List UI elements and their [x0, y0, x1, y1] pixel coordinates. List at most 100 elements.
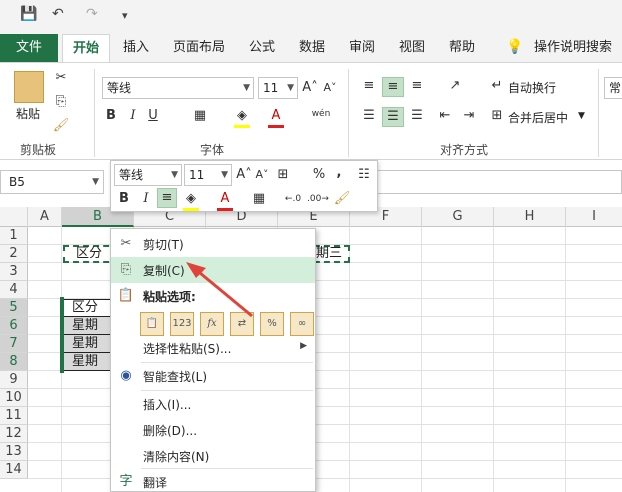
tab-view[interactable]: 视图: [390, 34, 434, 62]
tab-formulas[interactable]: 公式: [240, 34, 284, 62]
tab-page-layout[interactable]: 页面布局: [164, 34, 234, 62]
fill-color-icon[interactable]: ◈: [234, 107, 250, 128]
font-size-dropdown[interactable]: 11 ▼: [258, 77, 298, 99]
menu-item-translate[interactable]: 字 翻译: [111, 469, 315, 491]
column-header-i[interactable]: I: [566, 207, 622, 227]
column-header-a[interactable]: A: [28, 207, 62, 227]
copy-icon[interactable]: ⎘: [52, 93, 70, 111]
mini-decrease-decimal-icon[interactable]: .00→: [307, 190, 329, 208]
decrease-indent-icon[interactable]: ⇤: [434, 107, 456, 125]
menu-item-clear-contents[interactable]: 清除内容(N): [111, 443, 315, 469]
mini-increase-font-icon[interactable]: A˄: [236, 166, 252, 184]
mini-bold-icon[interactable]: B: [117, 190, 131, 208]
menu-item-cut[interactable]: ✂ 剪切(T): [111, 231, 315, 257]
increase-font-icon[interactable]: A˄: [302, 79, 318, 97]
merge-center-icon[interactable]: ⊞: [488, 107, 506, 125]
row-header-2[interactable]: 2: [0, 245, 28, 263]
paste-link-icon[interactable]: ∞: [290, 312, 314, 336]
name-box[interactable]: B5 ▼: [0, 170, 104, 194]
merge-center-button[interactable]: 合并后居中: [508, 109, 568, 126]
mini-percent-icon[interactable]: %: [311, 166, 327, 184]
paste-icon[interactable]: [14, 71, 44, 103]
wrap-text-button[interactable]: 自动换行: [508, 79, 556, 96]
mini-font-size-dropdown[interactable]: 11 ▼: [184, 164, 232, 186]
mini-accounting-icon[interactable]: ⊞: [275, 166, 291, 184]
italic-icon[interactable]: I: [126, 107, 140, 125]
mini-center-icon[interactable]: ≡: [157, 188, 177, 208]
mini-font-color-icon[interactable]: A: [217, 190, 233, 211]
borders-icon[interactable]: ▦: [192, 107, 208, 125]
align-top-icon[interactable]: ≡: [358, 77, 380, 95]
cut-icon[interactable]: ✂: [52, 69, 70, 87]
tell-me-search[interactable]: 操作说明搜索: [528, 34, 618, 62]
row-header-13[interactable]: 13: [0, 443, 28, 461]
menu-item-insert[interactable]: 插入(I)...: [111, 391, 315, 417]
row-header-9[interactable]: 9: [0, 371, 28, 389]
menu-item-paste-special[interactable]: 选择性粘贴(S)... ▶: [111, 335, 315, 361]
undo-icon[interactable]: ↶: [52, 6, 64, 28]
row-header-4[interactable]: 4: [0, 281, 28, 299]
menu-item-delete[interactable]: 删除(D)...: [111, 417, 315, 443]
redo-icon[interactable]: ↷: [86, 6, 98, 28]
row-header-10[interactable]: 10: [0, 389, 28, 407]
chevron-down-icon[interactable]: ▼: [578, 111, 585, 121]
mini-fill-color-icon[interactable]: ◈: [183, 190, 199, 211]
tab-insert[interactable]: 插入: [114, 34, 158, 62]
align-left-icon[interactable]: ☰: [358, 107, 380, 125]
paste-default-icon[interactable]: 📋: [140, 312, 164, 336]
format-painter-icon[interactable]: 🖌: [52, 117, 70, 135]
mini-format-icon[interactable]: ☷: [355, 166, 373, 184]
row-header-6[interactable]: 6: [0, 317, 28, 335]
cell-b6[interactable]: 星期: [72, 317, 110, 335]
tab-file[interactable]: 文件: [0, 34, 58, 62]
align-right-icon[interactable]: ☰: [406, 107, 428, 125]
row-header-3[interactable]: 3: [0, 263, 28, 281]
phonetic-icon[interactable]: wén: [310, 105, 332, 123]
mini-borders-icon[interactable]: ▦: [251, 190, 267, 208]
cell-b7[interactable]: 星期: [72, 335, 110, 353]
bold-icon[interactable]: B: [104, 107, 118, 125]
mini-format-painter-icon[interactable]: 🖌: [333, 190, 351, 208]
row-header-12[interactable]: 12: [0, 425, 28, 443]
font-name-dropdown[interactable]: 等线 ▼: [102, 77, 254, 99]
column-header-g[interactable]: G: [422, 207, 494, 227]
tab-data[interactable]: 数据: [290, 34, 334, 62]
mini-italic-icon[interactable]: I: [139, 190, 153, 208]
decrease-font-icon[interactable]: A˅: [322, 79, 338, 97]
row-header-8[interactable]: 8: [0, 353, 28, 371]
customize-qat-icon[interactable]: ▾: [122, 9, 128, 31]
paste-button-label[interactable]: 粘贴: [16, 105, 40, 122]
row-header-5[interactable]: 5: [0, 299, 28, 317]
underline-icon[interactable]: U: [146, 107, 160, 125]
cell-b2[interactable]: 区分: [64, 245, 114, 263]
align-center-icon[interactable]: ☰: [382, 107, 404, 127]
font-color-icon[interactable]: A: [268, 107, 284, 128]
select-all-corner[interactable]: [0, 207, 28, 227]
save-icon[interactable]: 💾: [20, 6, 37, 28]
row-header-7[interactable]: 7: [0, 335, 28, 353]
divider: [348, 69, 349, 157]
mini-comma-icon[interactable]: ,: [333, 164, 345, 182]
tab-review[interactable]: 审阅: [340, 34, 384, 62]
wrap-text-icon[interactable]: ↵: [488, 77, 506, 95]
align-middle-icon[interactable]: ≡: [382, 77, 404, 97]
increase-indent-icon[interactable]: ⇥: [458, 107, 480, 125]
orientation-icon[interactable]: ↗: [444, 77, 466, 95]
number-format-dropdown[interactable]: 常: [604, 77, 622, 99]
row-header-14[interactable]: 14: [0, 461, 28, 479]
paste-formatting-icon[interactable]: %: [260, 312, 284, 336]
mini-increase-decimal-icon[interactable]: ←.0: [283, 190, 303, 208]
cell-e2[interactable]: 期三: [316, 245, 346, 263]
menu-item-smart-lookup[interactable]: ◉ 智能查找(L): [111, 363, 315, 389]
cell-b5[interactable]: 区分: [72, 299, 110, 317]
mini-font-name-dropdown[interactable]: 等线 ▼: [114, 164, 182, 186]
formula-bar[interactable]: [378, 170, 622, 194]
mini-decrease-font-icon[interactable]: A˅: [254, 166, 270, 184]
align-bottom-icon[interactable]: ≡: [406, 77, 428, 95]
tab-home[interactable]: 开始: [62, 34, 110, 62]
row-header-1[interactable]: 1: [0, 227, 28, 245]
row-header-11[interactable]: 11: [0, 407, 28, 425]
tab-help[interactable]: 帮助: [440, 34, 484, 62]
column-header-h[interactable]: H: [494, 207, 566, 227]
cell-b8[interactable]: 星期: [72, 353, 110, 371]
